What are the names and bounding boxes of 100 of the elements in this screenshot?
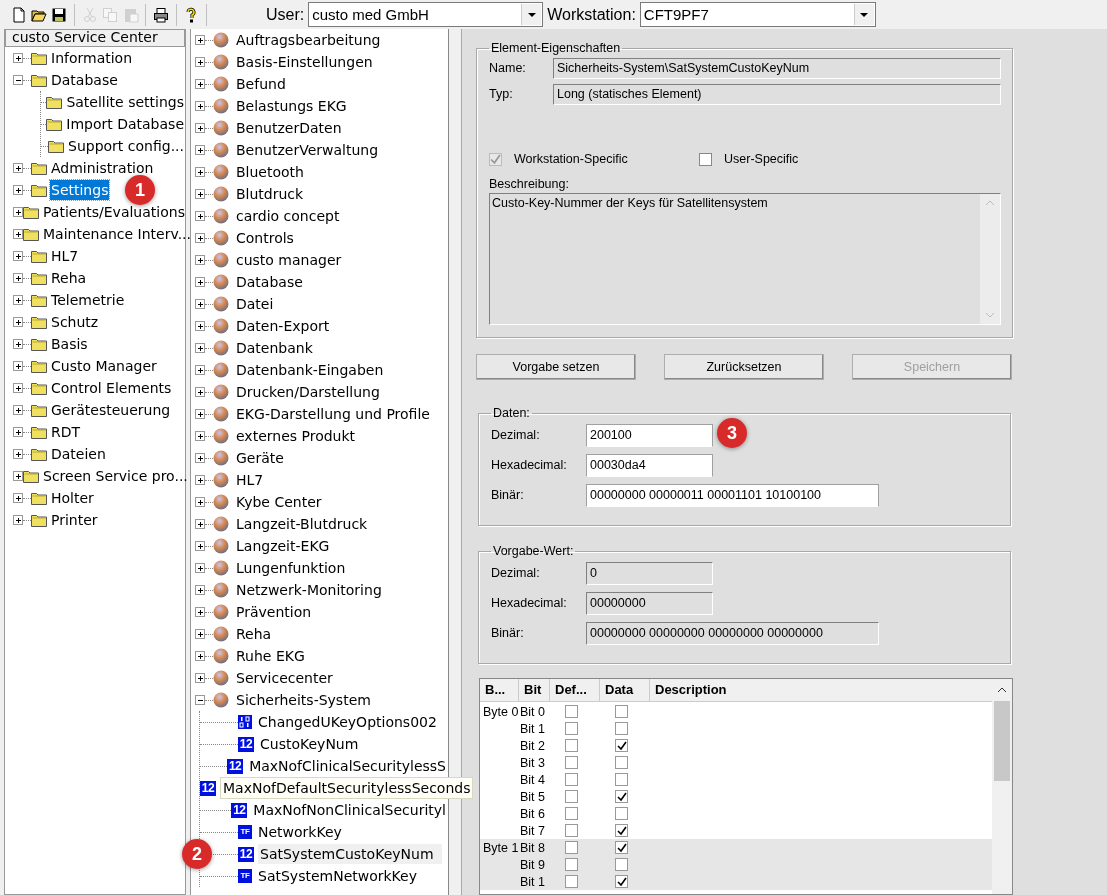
column-header[interactable]: Bit xyxy=(519,679,550,701)
tree-item[interactable]: SatSystemNetworkKey xyxy=(256,866,419,886)
expand-toggle[interactable] xyxy=(195,453,205,463)
tree-item[interactable]: Custo Manager xyxy=(50,356,158,376)
expand-toggle[interactable] xyxy=(195,123,205,133)
tree-item[interactable]: Database xyxy=(50,70,119,90)
tree-item[interactable]: SatSystemCustoKeyNum xyxy=(258,844,442,864)
expand-toggle[interactable] xyxy=(13,405,23,415)
checkbox[interactable] xyxy=(615,773,628,786)
tree-item[interactable]: Reha xyxy=(234,624,274,644)
checkbox[interactable] xyxy=(699,152,712,166)
column-header[interactable]: Def... xyxy=(550,679,600,701)
checkbox[interactable] xyxy=(615,858,628,871)
tree-item[interactable]: RDT xyxy=(50,422,82,442)
tree-item[interactable]: NetworkKey xyxy=(256,822,344,842)
expand-toggle[interactable] xyxy=(195,365,205,375)
table-row[interactable]: Bit 2 xyxy=(480,737,992,754)
tree-item[interactable]: externes Produkt xyxy=(234,426,358,446)
expand-toggle[interactable] xyxy=(195,299,205,309)
table-row[interactable]: Bit 6 xyxy=(480,805,992,822)
expand-toggle[interactable] xyxy=(13,471,23,481)
expand-toggle[interactable] xyxy=(13,251,23,261)
table-row[interactable]: Bit 9 xyxy=(480,856,992,873)
tree-item[interactable]: Auftragsbearbeitung xyxy=(234,30,383,50)
tree-item[interactable]: Basis-Einstellungen xyxy=(234,52,375,72)
tree-item[interactable]: Belastungs EKG xyxy=(234,96,349,116)
checkbox[interactable] xyxy=(565,722,578,735)
expand-toggle[interactable] xyxy=(195,255,205,265)
column-header[interactable]: Description xyxy=(650,679,992,701)
expand-toggle[interactable] xyxy=(13,493,23,503)
expand-toggle[interactable] xyxy=(195,607,205,617)
expand-toggle[interactable] xyxy=(195,321,205,331)
tree-item[interactable]: Datenbank-Eingaben xyxy=(234,360,386,380)
expand-toggle[interactable] xyxy=(195,35,205,45)
checkbox[interactable] xyxy=(615,756,628,769)
tree-item[interactable]: Screen Service pro... xyxy=(42,466,189,486)
tree-item[interactable]: Support config... xyxy=(67,136,185,156)
tree-item[interactable]: Patients/Evaluations xyxy=(42,202,186,222)
checkbox[interactable] xyxy=(615,722,628,735)
checkbox[interactable] xyxy=(565,875,578,888)
tree-item[interactable]: Befund xyxy=(234,74,288,94)
expand-toggle[interactable] xyxy=(13,185,23,195)
tree-item[interactable]: Langzeit-EKG xyxy=(234,536,332,556)
checkbox[interactable] xyxy=(565,841,578,854)
new-icon[interactable] xyxy=(10,5,28,24)
expand-toggle[interactable] xyxy=(13,53,23,63)
tree-item[interactable]: Administration xyxy=(50,158,155,178)
tree-item[interactable]: Datei xyxy=(234,294,276,314)
expand-toggle[interactable] xyxy=(195,629,205,639)
action-button[interactable]: Zurücksetzen xyxy=(664,354,824,380)
expand-toggle[interactable] xyxy=(13,163,23,173)
tree-item[interactable]: Controls xyxy=(234,228,296,248)
tree-item[interactable]: Basis xyxy=(50,334,89,354)
tree-item[interactable]: Bluetooth xyxy=(234,162,306,182)
tree-item[interactable]: Database xyxy=(234,272,305,292)
tree-item[interactable]: Telemetrie xyxy=(50,290,126,310)
tree-item[interactable]: ChangedUKeyOptions002 xyxy=(256,712,439,732)
checkbox[interactable] xyxy=(565,739,578,752)
tree-item[interactable]: Lungenfunktion xyxy=(234,558,348,578)
expand-toggle[interactable] xyxy=(13,339,23,349)
expand-toggle[interactable] xyxy=(13,273,23,283)
tree-item[interactable]: CustoKeyNum xyxy=(258,734,361,754)
tree-item[interactable]: HL7 xyxy=(234,470,266,490)
expand-toggle[interactable] xyxy=(13,515,23,525)
tree-item[interactable]: Dateien xyxy=(50,444,107,464)
expand-toggle[interactable] xyxy=(195,541,205,551)
expand-toggle[interactable] xyxy=(195,673,205,683)
expand-toggle[interactable] xyxy=(195,57,205,67)
checkbox[interactable] xyxy=(615,841,628,854)
tree-item[interactable]: Servicecenter xyxy=(234,668,335,688)
tree-item[interactable]: Drucken/Darstellung xyxy=(234,382,382,402)
scrollbar[interactable] xyxy=(992,679,1012,894)
tree-item[interactable]: Daten-Export xyxy=(234,316,332,336)
checkbox[interactable] xyxy=(615,739,628,752)
expand-toggle[interactable] xyxy=(195,563,205,573)
tree-item[interactable]: Prävention xyxy=(234,602,314,622)
expand-toggle[interactable] xyxy=(195,101,205,111)
expand-toggle[interactable] xyxy=(13,449,23,459)
tree-item[interactable]: MaxNofClinicalSecuritylessS xyxy=(247,756,448,776)
tree-item[interactable]: HL7 xyxy=(50,246,80,266)
tree-item[interactable]: Control Elements xyxy=(50,378,173,398)
column-header[interactable]: Data xyxy=(600,679,650,701)
tree-item[interactable]: Holter xyxy=(50,488,95,508)
expand-toggle[interactable] xyxy=(195,431,205,441)
tree-item[interactable]: BenutzerDaten xyxy=(234,118,344,138)
tree-item[interactable]: custo manager xyxy=(234,250,344,270)
collapse-toggle[interactable] xyxy=(13,75,23,85)
expand-toggle[interactable] xyxy=(13,207,23,217)
checkbox[interactable] xyxy=(565,705,578,718)
action-button[interactable]: Vorgabe setzen xyxy=(476,354,636,380)
expand-toggle[interactable] xyxy=(195,189,205,199)
tree-item[interactable]: cardio concept xyxy=(234,206,342,226)
expand-toggle[interactable] xyxy=(195,233,205,243)
tree-item[interactable]: Kybe Center xyxy=(234,492,324,512)
value-field[interactable]: 00030da4 xyxy=(586,453,713,477)
checkbox[interactable] xyxy=(615,790,628,803)
tree-item[interactable]: Langzeit-Blutdruck xyxy=(234,514,370,534)
tree-item[interactable]: Blutdruck xyxy=(234,184,306,204)
checkbox[interactable] xyxy=(615,824,628,837)
checkbox[interactable] xyxy=(565,756,578,769)
